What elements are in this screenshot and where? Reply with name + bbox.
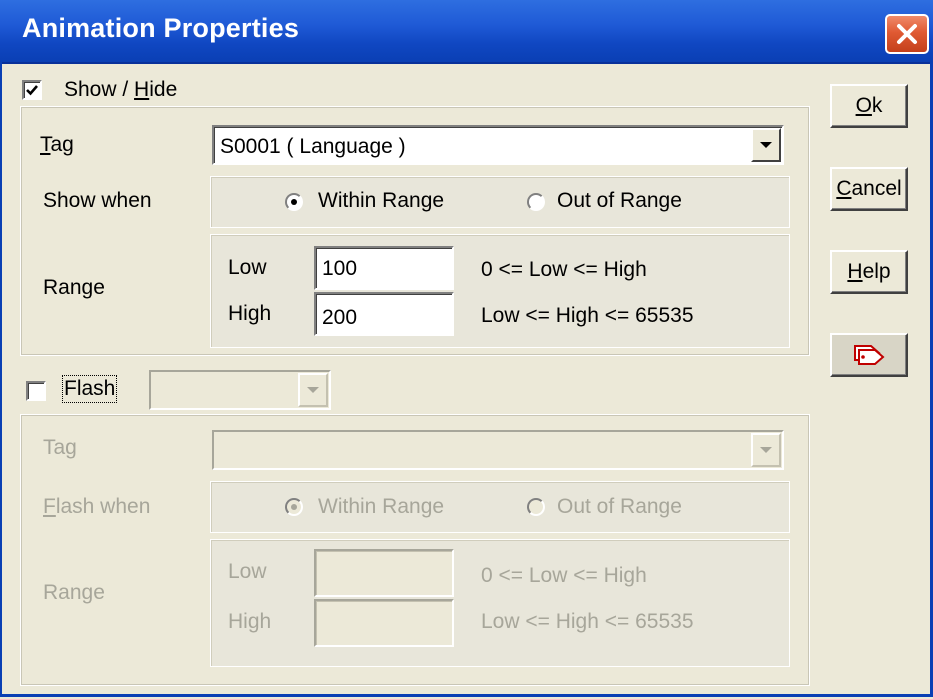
out-of-range-label[interactable]: Out of Range — [557, 189, 682, 213]
show-hide-label-suffix: ide — [149, 78, 178, 101]
low-input[interactable]: 100 — [314, 246, 454, 290]
chevron-down-icon — [760, 447, 772, 453]
high-hint: Low <= High <= 65535 — [481, 304, 694, 327]
out-of-range-radio[interactable] — [527, 193, 545, 211]
help-mnemonic: H — [847, 260, 863, 283]
flash-within-range-label[interactable]: Within Range — [318, 495, 444, 519]
flash-low-hint: 0 <= Low <= High — [481, 564, 647, 587]
help-button[interactable]: Help — [830, 250, 908, 294]
window-title: Animation Properties — [22, 13, 300, 43]
checkmark-icon — [26, 85, 38, 96]
close-button[interactable] — [885, 14, 929, 54]
flash-within-range-radio[interactable] — [285, 498, 303, 516]
range-label: Range — [43, 276, 105, 299]
flash-checkbox[interactable] — [26, 381, 46, 401]
help-rest: elp — [862, 260, 891, 283]
flash-speed-combobox[interactable] — [149, 370, 331, 410]
flash-tag-dropdown-button[interactable] — [751, 433, 781, 467]
tag-combobox[interactable]: S0001 ( Language ) — [212, 125, 784, 165]
low-input-value: 100 — [322, 257, 358, 280]
flash-low-input[interactable] — [314, 549, 454, 597]
tag-combobox-dropdown-button[interactable] — [751, 128, 781, 162]
flash-high-label: High — [228, 610, 272, 633]
within-range-radio[interactable] — [285, 193, 303, 211]
title-bar: Animation Properties — [0, 0, 933, 64]
flash-speed-dropdown-button[interactable] — [298, 373, 328, 407]
low-label: Low — [228, 256, 267, 279]
flash-label[interactable]: Flash — [61, 375, 118, 403]
flash-tag-combobox[interactable] — [212, 430, 784, 470]
flash-out-of-range-label[interactable]: Out of Range — [557, 495, 682, 519]
tag-label-rest: ag — [50, 133, 74, 156]
high-label: High — [228, 302, 272, 325]
show-hide-label[interactable]: Show / Hide — [64, 78, 177, 102]
cancel-rest: ancel — [851, 177, 902, 200]
tag-label: Tag — [40, 133, 74, 157]
cancel-mnemonic: C — [836, 177, 852, 200]
flash-when-label-rest: lash when — [55, 495, 151, 518]
cancel-button[interactable]: Cancel — [830, 167, 908, 211]
flash-range-panel — [210, 539, 790, 667]
radio-selected-dot — [291, 199, 297, 205]
flash-tag-label: Tag — [43, 436, 77, 459]
flash-low-label: Low — [228, 560, 267, 583]
close-icon — [897, 24, 917, 44]
within-range-label[interactable]: Within Range — [318, 189, 444, 213]
show-hide-label-prefix: Show / — [64, 78, 135, 101]
ok-rest: k — [871, 94, 883, 117]
chevron-down-icon — [307, 387, 319, 393]
chevron-down-icon — [760, 142, 772, 148]
tag-browser-button[interactable] — [830, 333, 908, 377]
range-panel — [210, 234, 790, 348]
tag-label-mnemonic: T — [40, 133, 51, 156]
tags-icon — [854, 345, 885, 365]
show-hide-checkbox[interactable] — [22, 80, 42, 100]
ok-mnemonic: O — [855, 94, 872, 117]
flash-range-label: Range — [43, 581, 105, 604]
low-hint: 0 <= Low <= High — [481, 258, 647, 281]
flash-high-hint: Low <= High <= 65535 — [481, 610, 694, 633]
flash-when-label: Flash when — [43, 495, 150, 519]
radio-selected-dot — [291, 504, 297, 510]
flash-when-label-mnemonic: F — [43, 495, 56, 518]
high-input-value: 200 — [322, 306, 358, 329]
show-hide-label-mnemonic: H — [134, 78, 150, 101]
ok-button[interactable]: Ok — [830, 84, 908, 128]
show-when-label: Show when — [43, 189, 152, 212]
tag-combobox-value: S0001 ( Language ) — [220, 135, 406, 158]
flash-out-of-range-radio[interactable] — [527, 498, 545, 516]
high-input[interactable]: 200 — [314, 292, 454, 336]
flash-high-input[interactable] — [314, 599, 454, 647]
